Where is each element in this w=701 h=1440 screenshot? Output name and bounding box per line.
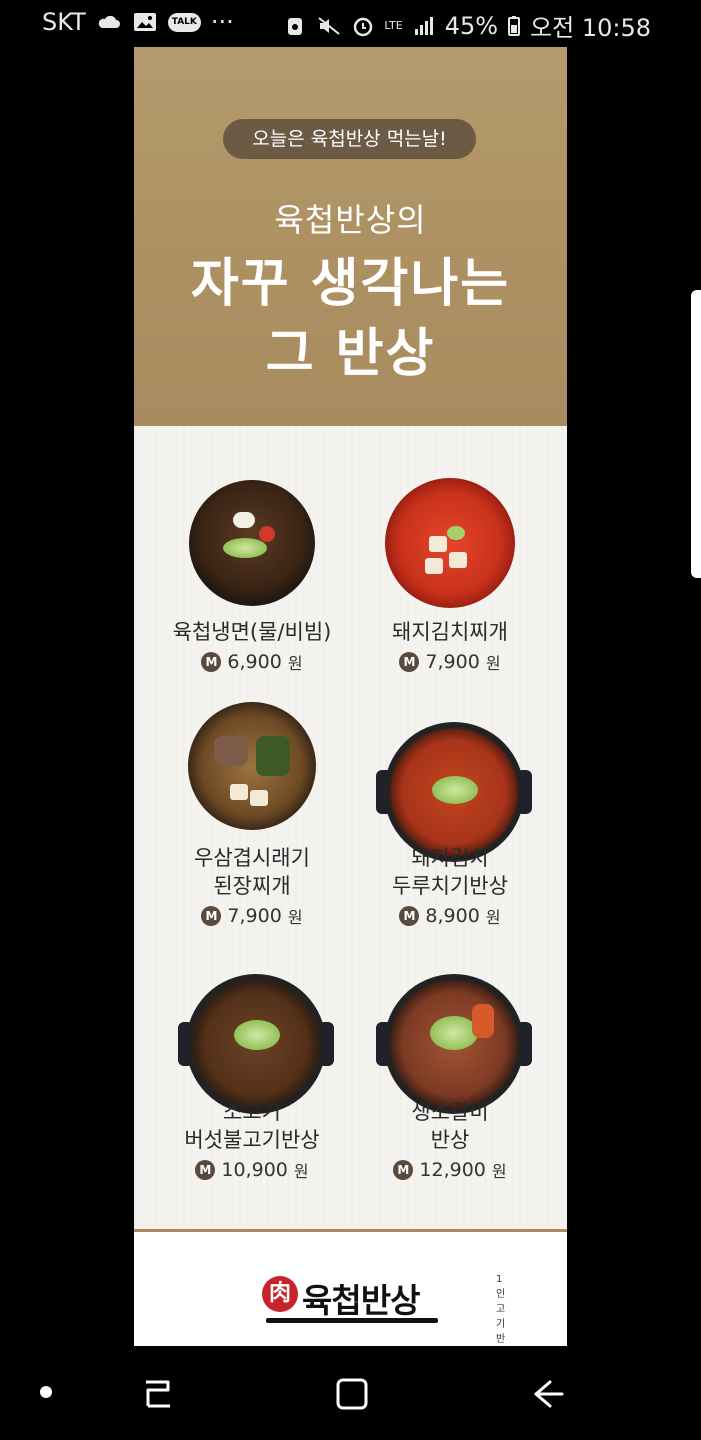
dish-image-doenjang-stew — [188, 702, 316, 830]
menu-item[interactable]: 생소갈비 반상 M 12,900 원 — [350, 1098, 550, 1182]
carrier-label: SKT — [42, 8, 86, 36]
menu-item-name: 소고기 — [223, 1100, 281, 1124]
recent-apps-icon[interactable] — [140, 1376, 176, 1412]
menu-item-price: M 7,900 원 — [350, 650, 550, 674]
size-badge: M — [399, 906, 420, 926]
menu-poster: 오늘은 육첩반상 먹는날! 육첩반상의 자꾸 생각나는 그 반상 육첩냉면(물/… — [134, 47, 567, 1346]
price-value: 7,900 — [227, 905, 282, 927]
pepper-garnish — [447, 526, 465, 540]
navigation-bar — [0, 1346, 701, 1440]
menu-item[interactable]: 돼지김치 두루치기반상 M 8,900 원 — [350, 844, 550, 928]
menu-grid: 육첩냉면(물/비빔) M 6,900 원 돼지김치찌개 M 7,900 원 우삼… — [134, 426, 567, 1231]
menu-item-name: 육첩냉면(물/비빔) — [172, 620, 332, 644]
menu-item[interactable]: 육첩냉면(물/비빔) M 6,900 원 — [152, 618, 352, 674]
price-value: 6,900 — [227, 651, 282, 673]
menu-item[interactable]: 돼지김치찌개 M 7,900 원 — [350, 618, 550, 674]
poster-footer: 肉 1인 고기반상 육첩반상 — [134, 1232, 567, 1346]
tofu-garnish — [425, 558, 443, 574]
menu-item-name: 돼지김치 — [411, 846, 489, 870]
cucumber-garnish — [223, 538, 267, 558]
data-saver-icon — [288, 17, 303, 35]
tomato-garnish — [259, 526, 275, 542]
price-value: 12,900 — [419, 1159, 486, 1181]
price-unit: 원 — [287, 654, 303, 673]
network-type-label: LTE — [384, 19, 403, 32]
size-badge: M — [195, 1160, 216, 1180]
dish-image-galbi — [384, 974, 524, 1114]
price-unit: 원 — [491, 1162, 507, 1181]
logo-wordmark: 육첩반상 — [302, 1281, 420, 1320]
headline-line-1: 자꾸 생각나는 — [190, 254, 511, 314]
menu-item-name-line2: 된장찌개 — [213, 874, 291, 898]
menu-item-price: M 10,900 원 — [152, 1158, 352, 1182]
tagline-pill: 오늘은 육첩반상 먹는날! — [223, 119, 476, 159]
logo-subtitle: 1인 고기반상 — [496, 1274, 506, 1345]
menu-item-name: 생소갈비 — [411, 1100, 489, 1124]
price-value: 10,900 — [221, 1159, 288, 1181]
status-right: LTE 45% 오전 10:58 — [282, 8, 651, 43]
menu-item[interactable]: 소고기 버섯불고기반상 M 10,900 원 — [152, 1098, 352, 1182]
logo-seal: 肉 — [262, 1276, 298, 1312]
scallion-garnish — [430, 1016, 478, 1050]
logo-underline — [266, 1318, 438, 1323]
menu-item-name-line2: 버섯불고기반상 — [184, 1128, 320, 1152]
egg-garnish — [233, 512, 255, 528]
price-unit: 원 — [485, 654, 501, 673]
headline-line-2: 그 반상 — [265, 324, 436, 384]
size-badge: M — [201, 906, 222, 926]
banner-headline: 자꾸 생각나는 그 반상 — [134, 249, 567, 389]
price-value: 7,900 — [425, 651, 480, 673]
price-unit: 원 — [287, 908, 303, 927]
menu-item-price: M 6,900 원 — [152, 650, 352, 674]
tofu-garnish — [449, 552, 467, 568]
menu-item-name-line2: 반상 — [430, 1128, 470, 1152]
siraegi-greens — [256, 736, 290, 776]
dish-image-bulgogi — [186, 974, 326, 1114]
beef-slices — [214, 736, 248, 766]
scallion-garnish — [234, 1020, 280, 1050]
size-badge: M — [201, 652, 222, 672]
tofu-garnish — [429, 536, 447, 552]
dish-image-kimchi-stew — [385, 478, 515, 608]
menu-item-name: 돼지김치찌개 — [392, 620, 508, 644]
menu-item-name-line2: 두루치기반상 — [392, 874, 508, 898]
price-value: 8,900 — [425, 905, 480, 927]
dish-image-duruchigi — [384, 722, 524, 862]
kakaotalk-icon: TALK — [167, 12, 201, 32]
more-notifications-icon: ··· — [210, 8, 234, 36]
menu-item-price: M 12,900 원 — [350, 1158, 550, 1182]
kimchi-side — [472, 1004, 494, 1038]
edge-panel-handle[interactable] — [691, 290, 701, 578]
home-icon[interactable] — [334, 1376, 370, 1412]
battery-icon — [508, 15, 521, 36]
menu-item[interactable]: 우삼겹시래기 된장찌개 M 7,900 원 — [152, 844, 352, 928]
menu-item-price: M 7,900 원 — [152, 904, 352, 928]
nav-indicator-dot — [40, 1386, 52, 1398]
scallion-garnish — [432, 776, 478, 804]
poster-banner: 오늘은 육첩반상 먹는날! 육첩반상의 자꾸 생각나는 그 반상 — [134, 47, 567, 426]
size-badge: M — [399, 652, 420, 672]
price-unit: 원 — [485, 908, 501, 927]
status-bar: SKT TALK ··· LTE 45% 오전 10:58 — [0, 0, 701, 48]
brand-logo: 肉 1인 고기반상 육첩반상 — [262, 1252, 505, 1345]
mute-icon — [318, 16, 341, 35]
tofu-garnish — [250, 790, 268, 806]
price-unit: 원 — [293, 1162, 309, 1181]
signal-icon — [414, 16, 433, 35]
menu-item-price: M 8,900 원 — [350, 904, 550, 928]
cloud-icon — [98, 15, 120, 28]
banner-subhead: 육첩반상의 — [274, 201, 427, 239]
clock: 오전 10:58 — [530, 14, 651, 42]
tofu-garnish — [230, 784, 248, 800]
battery-percent: 45% — [444, 11, 499, 40]
alarm-icon — [354, 17, 373, 36]
dish-image-naengmyeon — [189, 480, 315, 606]
status-left: SKT TALK ··· — [42, 8, 234, 36]
size-badge: M — [393, 1160, 414, 1180]
menu-item-name: 우삼겹시래기 — [194, 846, 310, 870]
back-icon[interactable] — [530, 1376, 566, 1412]
gallery-icon — [133, 13, 156, 31]
